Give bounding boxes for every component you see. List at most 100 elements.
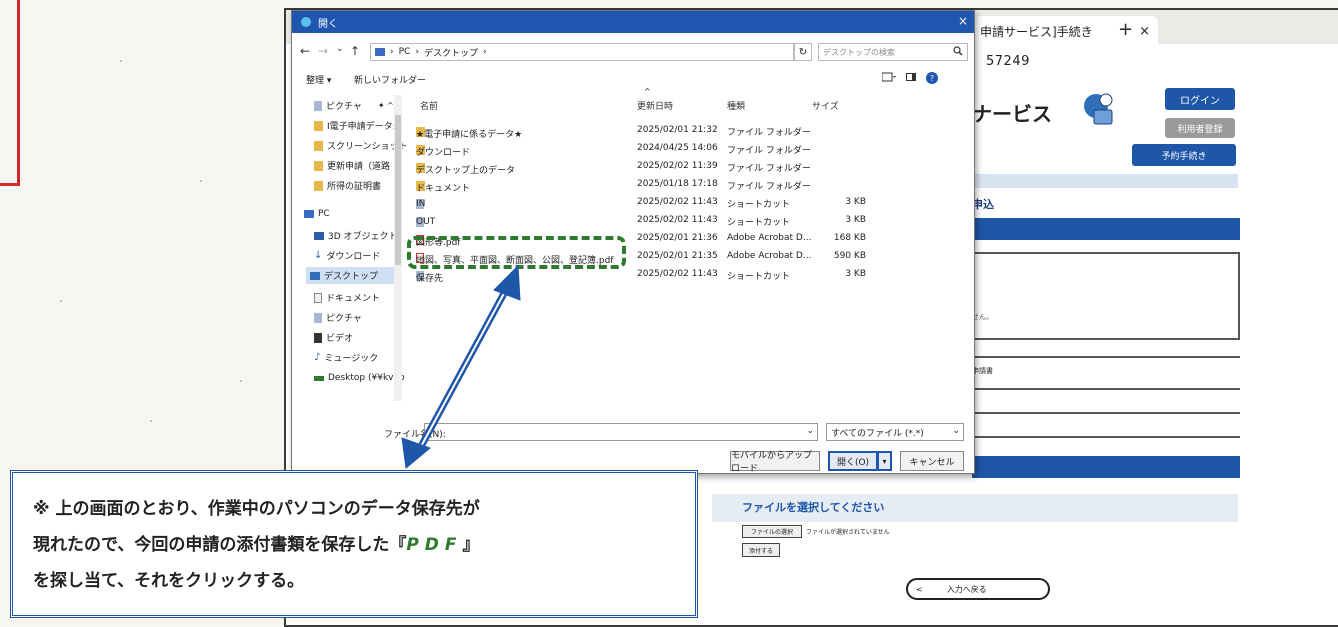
open-file-dialog: 開く × ← → ⌄ ↑ › PC › デスクトップ › ↻ デスクトップの検索… bbox=[291, 10, 975, 474]
command-bar: 整理 ▾ 新しいフォルダー ? bbox=[292, 69, 974, 89]
file-row[interactable]: ダウンロード 2024/04/25 14:06 ファイル フォルダー bbox=[412, 141, 972, 159]
back-to-input-button[interactable]: < 入力へ戻る bbox=[906, 578, 1050, 600]
forward-arrow-icon[interactable]: → bbox=[318, 44, 328, 58]
video-icon bbox=[314, 332, 322, 343]
filename-input[interactable]: ⌄ bbox=[424, 423, 818, 441]
upload-from-mobile-button[interactable]: モバイルからアップロード bbox=[730, 451, 820, 474]
file-date: 2025/01/18 17:18 bbox=[637, 179, 718, 189]
login-button[interactable]: ログイン bbox=[1165, 88, 1235, 110]
preview-pane-icon[interactable] bbox=[906, 72, 916, 82]
reserve-button[interactable]: 予約手続き bbox=[1132, 144, 1236, 166]
file-row[interactable]: デスクトップ上のデータ 2025/02/02 11:39 ファイル フォルダー bbox=[412, 159, 972, 177]
nav-scrollbar[interactable] bbox=[394, 95, 402, 401]
nav-item-3d-objects[interactable]: 3D オブジェクト bbox=[314, 229, 398, 242]
refresh-icon[interactable]: ↻ bbox=[794, 43, 812, 61]
open-button[interactable]: 開く(O) bbox=[828, 451, 878, 471]
file-type: ファイル フォルダー bbox=[727, 146, 811, 156]
file-row[interactable]: ドキュメント 2025/01/18 17:18 ファイル フォルダー bbox=[412, 177, 972, 195]
chevron-down-icon[interactable]: ⌄ bbox=[806, 426, 814, 436]
file-name: OUT bbox=[416, 217, 436, 227]
attach-button[interactable]: 添付する bbox=[742, 543, 780, 557]
column-header-name[interactable]: 名前 bbox=[420, 99, 438, 112]
sort-caret-icon: ^ bbox=[644, 87, 651, 96]
back-to-input-label: 入力へ戻る bbox=[946, 584, 987, 594]
column-header-date[interactable]: 更新日時 bbox=[637, 99, 673, 112]
help-icon[interactable]: ? bbox=[926, 72, 938, 84]
dialog-button-row: モバイルからアップロード 開く(O) ▾ キャンセル bbox=[292, 451, 974, 474]
file-size: 590 KB bbox=[833, 251, 866, 261]
file-name: ドキュメント bbox=[416, 184, 471, 194]
pc-icon bbox=[375, 48, 385, 56]
nav-item-label: 所得の証明書 bbox=[327, 182, 382, 192]
file-name: IN bbox=[416, 199, 426, 209]
nav-item-network-drive[interactable]: Desktop (¥¥kvab bbox=[314, 373, 405, 383]
breadcrumb-item-desktop[interactable]: デスクトップ bbox=[424, 46, 478, 59]
nav-scrollbar-thumb[interactable] bbox=[395, 115, 401, 265]
breadcrumb-item-pc[interactable]: PC bbox=[399, 47, 411, 57]
tab-title: 申請サービス]手続き bbox=[980, 24, 1093, 39]
nav-item-pictures-quick[interactable]: ピクチャ ✦ ^ bbox=[314, 99, 394, 112]
nav-item-desktop[interactable]: デスクトップ bbox=[306, 267, 402, 284]
nav-item-label: ドキュメント bbox=[326, 294, 381, 304]
choose-file-button[interactable]: ファイルの選択 bbox=[742, 525, 802, 538]
nav-item-videos[interactable]: ビデオ bbox=[314, 331, 353, 344]
paper-speck bbox=[240, 380, 242, 382]
download-icon: ↓ bbox=[314, 250, 323, 261]
up-arrow-icon[interactable]: ↑ bbox=[350, 44, 360, 58]
nav-item-pictures[interactable]: ピクチャ bbox=[314, 311, 362, 324]
folder-icon bbox=[314, 140, 323, 151]
file-type: Adobe Acrobat D... bbox=[727, 233, 812, 243]
breadcrumb-separator: › bbox=[415, 47, 419, 57]
file-date: 2025/02/02 11:43 bbox=[637, 215, 718, 225]
breadcrumb[interactable]: › PC › デスクトップ › bbox=[370, 43, 794, 61]
file-row[interactable]: IN 2025/02/02 11:43 ショートカット 3 KB bbox=[412, 195, 972, 213]
callout-line-2-close: 』 bbox=[462, 535, 480, 555]
recent-locations-icon[interactable]: ⌄ bbox=[336, 44, 344, 54]
file-type-filter[interactable]: すべてのファイル (*.*) ⌄ bbox=[826, 423, 964, 441]
folder-icon bbox=[314, 180, 323, 191]
nav-item-folder[interactable]: 所得の証明書 bbox=[314, 179, 381, 192]
view-menu-icon[interactable] bbox=[882, 72, 896, 82]
tab-close-icon[interactable]: × bbox=[1139, 24, 1150, 39]
nav-item-label: ミュージック bbox=[324, 354, 379, 364]
instruction-callout: ※ 上の画面のとおり、作業中のパソコンのデータ保存先が 現れたので、今回の申請の… bbox=[10, 470, 698, 618]
back-arrow-icon[interactable]: ← bbox=[300, 44, 310, 58]
column-header-size[interactable]: サイズ bbox=[812, 99, 839, 112]
callout-line-1: ※ 上の画面のとおり、作業中のパソコンのデータ保存先が bbox=[33, 499, 480, 519]
new-tab-icon[interactable]: + bbox=[1118, 19, 1133, 40]
pictures-icon bbox=[314, 100, 322, 111]
file-row[interactable]: OUT 2025/02/02 11:43 ショートカット 3 KB bbox=[412, 213, 972, 231]
file-name: ★電子申請に係るデータ★ bbox=[416, 130, 523, 140]
register-button[interactable]: 利用者登録 bbox=[1165, 118, 1235, 138]
filename-row: ファイル名(N): ⌄ すべてのファイル (*.*) ⌄ bbox=[292, 421, 974, 443]
dialog-app-icon bbox=[301, 17, 311, 27]
nav-item-music[interactable]: ♪ ミュージック bbox=[314, 351, 378, 364]
site-title: ナービス bbox=[972, 102, 1052, 126]
search-input[interactable]: デスクトップの検索 bbox=[818, 43, 968, 61]
organize-menu[interactable]: 整理 ▾ bbox=[306, 73, 331, 86]
file-type: ショートカット bbox=[727, 200, 791, 210]
nav-item-folder[interactable]: I電子申請データ: bbox=[314, 119, 396, 132]
file-date: 2025/02/01 21:32 bbox=[637, 125, 718, 135]
nav-item-label: ピクチャ bbox=[326, 102, 362, 112]
nav-item-downloads[interactable]: ↓ ダウンロード bbox=[314, 249, 380, 262]
file-size: 3 KB bbox=[845, 197, 866, 207]
file-row[interactable]: 保存先 2025/02/02 11:43 ショートカット 3 KB bbox=[412, 267, 972, 285]
target-file-highlight bbox=[407, 236, 626, 269]
new-folder-button[interactable]: 新しいフォルダー bbox=[354, 73, 426, 86]
open-dropdown-icon[interactable]: ▾ bbox=[878, 451, 892, 471]
nav-item-label: PC bbox=[318, 209, 330, 219]
file-size: 3 KB bbox=[845, 269, 866, 279]
callout-line-3: を探し当て、それをクリックする。 bbox=[33, 571, 305, 591]
nav-item-pc[interactable]: PC bbox=[304, 209, 330, 219]
cancel-button[interactable]: キャンセル bbox=[900, 451, 964, 471]
column-header-type[interactable]: 種類 bbox=[727, 99, 745, 112]
close-icon[interactable]: × bbox=[958, 14, 968, 28]
callout-pdf-word: PDF bbox=[406, 535, 463, 555]
file-date: 2025/02/01 21:35 bbox=[637, 251, 718, 261]
nav-item-folder[interactable]: 更新申請（道路 bbox=[314, 159, 390, 172]
back-chevron-icon: < bbox=[916, 584, 923, 594]
pin-icon: ✦ ^ bbox=[377, 101, 394, 110]
nav-item-documents[interactable]: ドキュメント bbox=[314, 291, 380, 304]
file-row[interactable]: ★電子申請に係るデータ★ 2025/02/01 21:32 ファイル フォルダー bbox=[412, 123, 972, 141]
